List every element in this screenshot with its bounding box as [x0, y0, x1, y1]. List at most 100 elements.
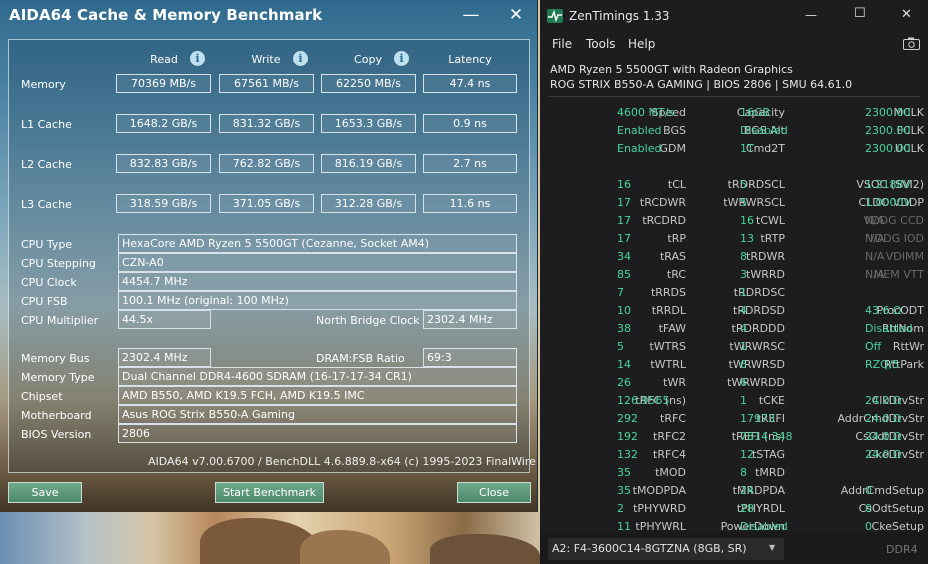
timing-value: 17: [617, 214, 631, 227]
menu-tools[interactable]: Tools: [586, 37, 616, 51]
timing-value: 3: [740, 268, 747, 281]
timing-label: tRP: [667, 232, 686, 245]
nb-clock-value: 2302.4 MHz: [423, 310, 517, 329]
timing-value: Disabled: [865, 322, 913, 335]
timing-label: tCKE: [758, 394, 785, 407]
dimm-select-value: A2: F4-3600C14-8GTZNA (8GB, SR): [552, 542, 747, 555]
memory-type-label: Memory Type: [21, 371, 95, 384]
timing-label: tMOD: [655, 466, 686, 479]
copy-value: 62250 MB/s: [321, 74, 416, 93]
cpu-fsb-label: CPU FSB: [21, 295, 68, 308]
timing-label: tFAW: [658, 322, 686, 335]
timing-value: 85: [617, 268, 631, 281]
timing-label: tCL: [667, 178, 686, 191]
timing-value: Off: [865, 340, 882, 353]
timing-value: 1: [740, 286, 747, 299]
timing-value: 1: [740, 394, 747, 407]
timing-label: RttWr: [892, 340, 924, 353]
timing-value: 2300.00: [865, 106, 911, 119]
cpu-clock-label: CPU Clock: [21, 276, 77, 289]
timing-label: tWRRD: [746, 268, 785, 281]
timing-value: 10: [617, 304, 631, 317]
maximize-button[interactable]: ☐: [854, 6, 866, 21]
write-value: 762.82 GB/s: [219, 154, 314, 173]
menu-file[interactable]: File: [552, 37, 572, 51]
start-benchmark-button[interactable]: Start Benchmark: [215, 482, 324, 503]
read-value: 70369 MB/s: [116, 74, 211, 93]
info-icon[interactable]: i: [394, 51, 409, 66]
close-dialog-button[interactable]: Close: [457, 482, 531, 503]
divider: [548, 96, 920, 97]
timing-value: 4600 MT/s: [617, 106, 675, 119]
timing-value: 126.9565: [617, 394, 670, 407]
timing-value: 34: [617, 250, 631, 263]
timing-value: N/A: [865, 268, 885, 281]
timing-label: tRRDS: [650, 286, 686, 299]
timing-value: 16: [740, 214, 754, 227]
timing-value: 2300.00: [865, 142, 911, 155]
latency-value: 11.6 ns: [423, 194, 517, 213]
chevron-down-icon[interactable]: ▼: [769, 543, 775, 552]
timing-value: 4: [740, 304, 747, 317]
timing-label: tRCDRD: [642, 214, 686, 227]
bios-version-value: 2806: [118, 424, 517, 443]
info-icon[interactable]: i: [293, 51, 308, 66]
dram-fsb-label: DRAM:FSB Ratio: [316, 352, 405, 365]
timing-label: tWRWRSD: [728, 358, 785, 371]
timing-value: 7: [617, 286, 624, 299]
close-button[interactable]: ✕: [501, 2, 531, 28]
timing-value: 38: [617, 322, 631, 335]
timing-value: N/A: [865, 250, 885, 263]
motherboard-label: Motherboard: [21, 409, 92, 422]
timing-label: tWTRS: [649, 340, 686, 353]
timing-label: tRDWR: [746, 250, 785, 263]
info-icon[interactable]: i: [190, 51, 205, 66]
latency-value: 47.4 ns: [423, 74, 517, 93]
chipset-label: Chipset: [21, 390, 63, 403]
window-title: ZenTimings 1.33: [569, 9, 670, 23]
close-button[interactable]: ✕: [901, 7, 912, 22]
timing-label: tRFC: [660, 412, 686, 425]
timing-label: tWRWRSCL: [723, 196, 785, 209]
write-value: 67561 MB/s: [219, 74, 314, 93]
camera-icon[interactable]: [903, 37, 920, 50]
timing-value: 14: [617, 358, 631, 371]
column-header-copy: Copy: [354, 53, 382, 66]
timing-value: 1T: [740, 142, 754, 155]
chipset-value: AMD B550, AMD K19.5 FCH, AMD K19.5 IMC: [118, 386, 517, 405]
cpu-stepping-value: CZN-A0: [118, 253, 517, 272]
dimm-select[interactable]: A2: F4-3600C14-8GTZNA (8GB, SR): [548, 538, 784, 560]
read-value: 318.59 GB/s: [116, 194, 211, 213]
timing-value: 17: [617, 232, 631, 245]
timing-label: tRC: [666, 268, 686, 281]
motherboard-value: Asus ROG Strix B550-A Gaming: [118, 405, 517, 424]
timing-value: 192: [617, 430, 638, 443]
timing-label: tSTAG: [751, 448, 785, 461]
timing-label: BGS: [663, 124, 686, 137]
timing-value: 24.0 Ω: [865, 448, 902, 461]
timing-value: 16: [617, 178, 631, 191]
minimize-button[interactable]: —: [805, 8, 817, 22]
read-value: 1648.2 GB/s: [116, 114, 211, 133]
column-header-read: Read: [150, 53, 178, 66]
row-label: L2 Cache: [21, 158, 72, 171]
minimize-button[interactable]: —: [456, 2, 486, 28]
board-info: ROG STRIX B550-A GAMING | BIOS 2806 | SM…: [550, 78, 853, 91]
latency-value: 2.7 ns: [423, 154, 517, 173]
timing-label: tWRWRDD: [727, 376, 785, 389]
save-button[interactable]: Save: [8, 482, 82, 503]
system-info: AMD Ryzen 5 5500GT with Radeon Graphics …: [550, 62, 920, 92]
timing-label: tRAS: [659, 250, 686, 263]
menu-help[interactable]: Help: [628, 37, 655, 51]
write-value: 371.05 GB/s: [219, 194, 314, 213]
timing-value: 132: [617, 448, 638, 461]
row-label: Memory: [21, 78, 66, 91]
timing-label: tRFC4: [653, 448, 686, 461]
timing-value: 5: [740, 196, 747, 209]
timing-value: 17973: [740, 412, 775, 425]
copy-value: 312.28 GB/s: [321, 194, 416, 213]
cpu-clock-value: 4454.7 MHz: [118, 272, 517, 291]
timing-label: GDM: [659, 142, 687, 155]
timing-value: RZQ/5: [865, 358, 900, 371]
timing-value: Disabled: [740, 124, 788, 137]
